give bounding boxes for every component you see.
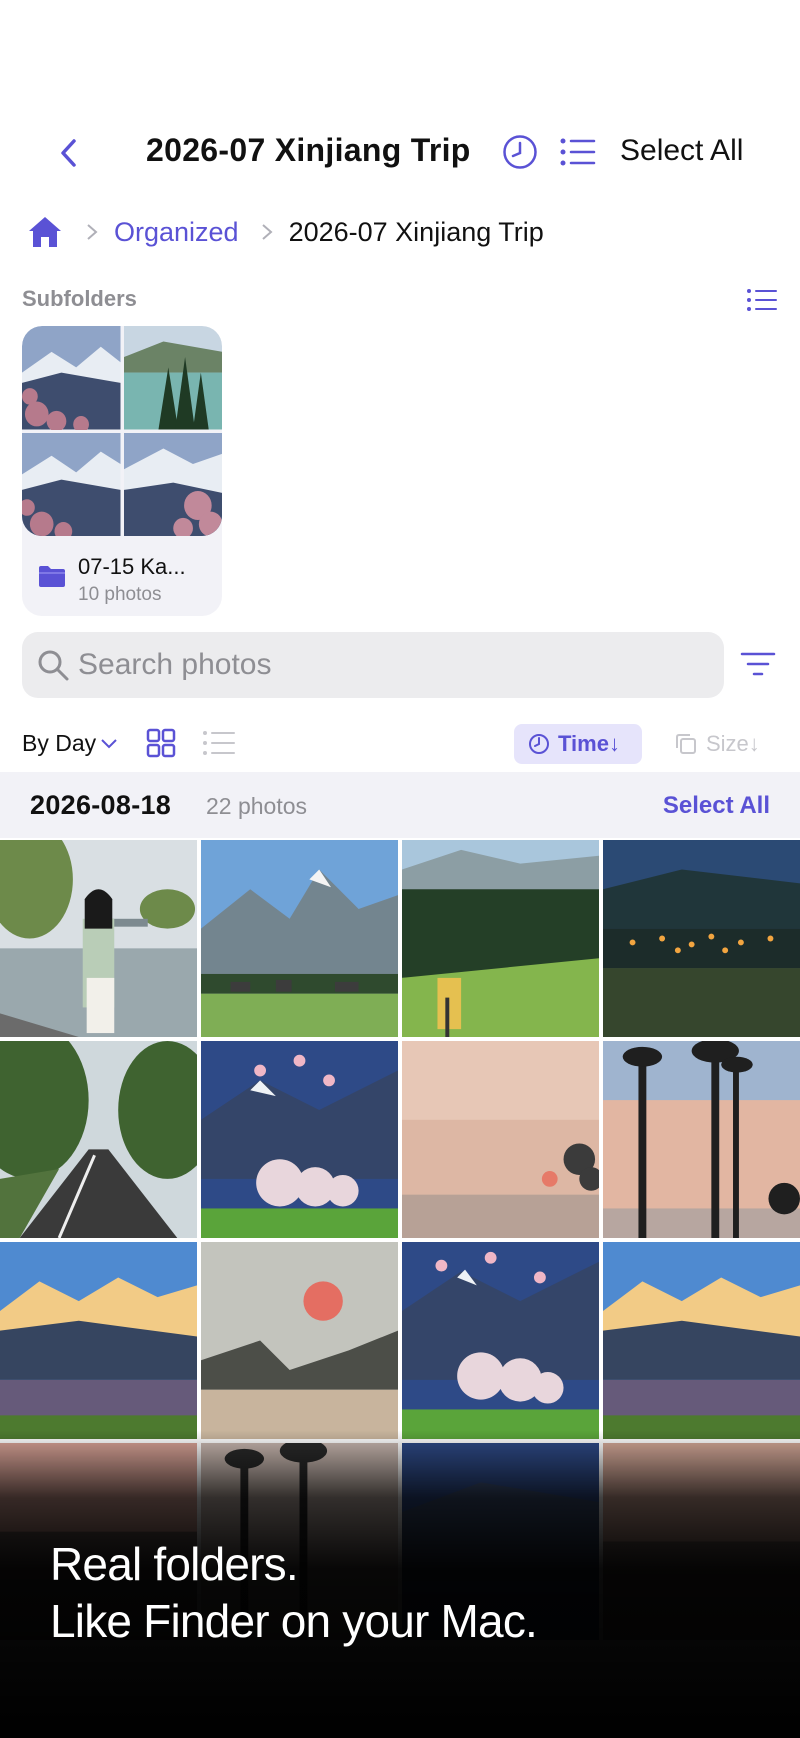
photo-image [402,840,599,1037]
section-date: 2026-08-18 [30,790,172,820]
filter-icon [740,652,776,676]
photo-thumbnail[interactable] [0,1041,197,1238]
photo-image [201,840,398,1037]
list-view-toggle-button[interactable] [558,134,598,170]
promo-line-2: Like Finder on your Mac. [50,1595,538,1647]
chevron-right-icon [87,224,98,240]
select-all-button[interactable]: Select All [620,134,743,168]
photo-thumbnail[interactable] [0,1242,197,1439]
photo-thumbnail[interactable] [603,840,800,1037]
filter-button[interactable] [740,648,776,680]
subfolder-name: 07-15 Ka... [78,554,186,579]
photo-image [402,1041,599,1238]
back-button[interactable] [52,136,86,170]
home-icon[interactable] [26,213,64,251]
chevron-down-icon [101,738,117,748]
breadcrumb-link-organized[interactable]: Organized [114,217,239,248]
photo-image [603,840,800,1037]
photo-thumbnail[interactable] [0,840,197,1037]
sort-by-size-button[interactable]: Size↓ [672,724,782,764]
section-select-all-button[interactable]: Select All [663,792,770,820]
photo-image [201,1041,398,1238]
page-title: 2026-07 Xinjiang Trip [146,132,471,168]
group-by-label: By Day [22,730,97,756]
photo-thumbnail[interactable] [201,1242,398,1439]
photo-thumbnail[interactable] [402,1242,599,1439]
chevron-right-icon [261,224,273,240]
photo-image [201,1242,398,1439]
list-icon [747,289,777,311]
breadcrumb: Organized 2026-07 Xinjiang Trip [26,212,544,252]
subfolders-list-button[interactable] [746,286,778,314]
date-section-header: 2026-08-18 22 photos Select All [0,772,800,838]
photo-thumbnail[interactable] [603,1041,800,1238]
photo-thumbnail[interactable] [201,840,398,1037]
photo-thumbnail[interactable] [603,1242,800,1439]
clock-icon [529,734,549,754]
list-icon [560,138,596,166]
folder-thumbnail [123,432,222,536]
search-input[interactable] [78,632,698,698]
search-icon [38,650,69,681]
photo-image [0,1041,197,1238]
navigation-bar: 2026-07 Xinjiang Trip Select All [0,112,800,192]
promo-line-1: Real folders. [50,1538,299,1590]
photo-thumbnail[interactable] [402,1041,599,1238]
photo-image [0,840,197,1037]
folder-thumbnail [123,326,222,430]
photo-image [603,1242,800,1439]
sort-time-label: Time↓ [558,731,620,756]
photo-thumbnail[interactable] [201,1041,398,1238]
search-box [22,632,724,698]
list-icon [203,731,235,755]
folder-thumbnail [22,326,121,430]
group-by-dropdown[interactable]: By Day [22,730,118,757]
section-photo-count: 22 photos [206,793,308,819]
subfolders-label: Subfolders [22,286,137,311]
folder-thumbnail [22,432,121,536]
chevron-left-icon [61,139,76,167]
sort-by-time-button[interactable]: Time↓ [514,724,642,764]
subfolder-thumbnail-grid [22,326,222,536]
sort-size-label: Size↓ [706,731,760,756]
list-view-button[interactable] [202,728,236,758]
subfolder-meta: 07-15 Ka... 10 photos [36,548,216,608]
clock-icon [503,135,537,169]
grid-view-button[interactable] [146,728,176,758]
clock-button[interactable] [500,132,540,172]
subfolder-count: 10 photos [78,584,162,605]
folder-icon [39,566,65,587]
copy-icon [676,734,696,754]
promo-tagline: Real folders. Like Finder on your Mac. [50,1536,538,1650]
photo-image [603,1041,800,1238]
photo-image [402,1242,599,1439]
view-toolbar: By Day Time↓ Size↓ [0,720,800,768]
subfolder-card[interactable]: 07-15 Ka... 10 photos [22,326,222,616]
breadcrumb-current: 2026-07 Xinjiang Trip [288,216,544,247]
photo-image [0,1242,197,1439]
photo-thumbnail[interactable] [402,840,599,1037]
grid-icon [146,728,176,758]
